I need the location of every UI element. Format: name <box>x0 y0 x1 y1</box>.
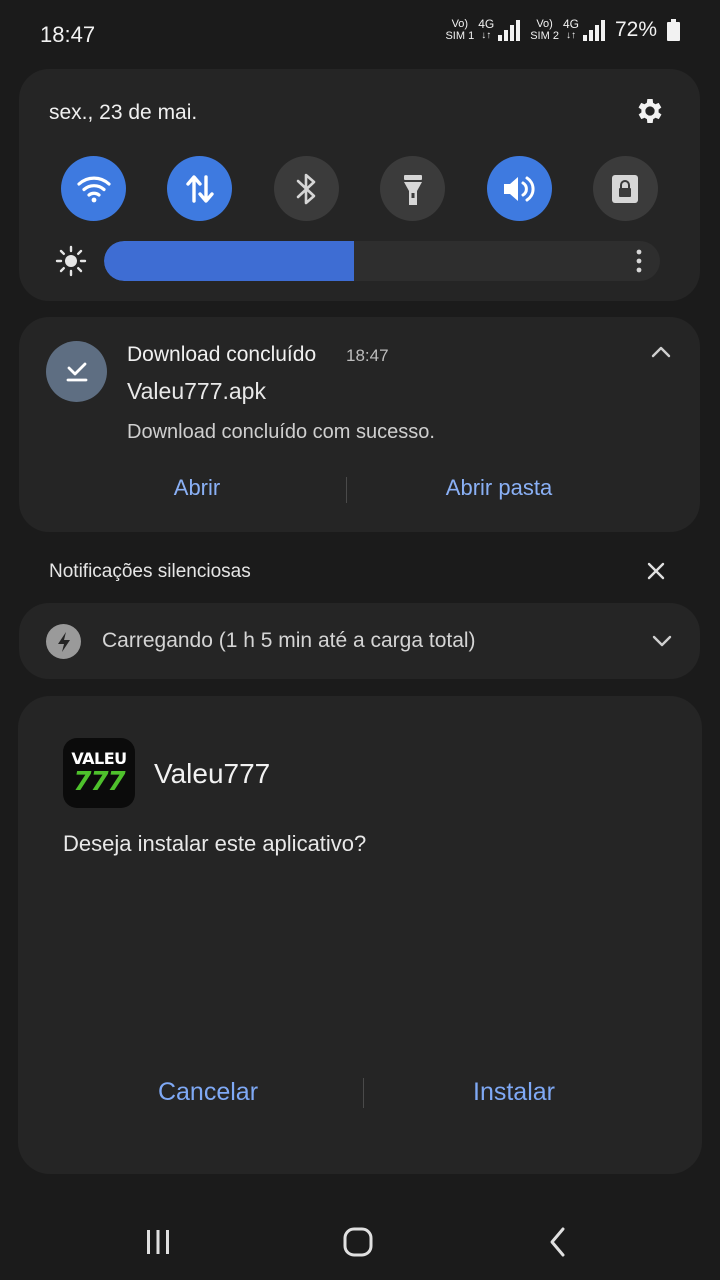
open-button[interactable]: Abrir <box>99 475 295 501</box>
install-dialog: VALEU 777 Valeu777 Deseja instalar este … <box>18 696 702 1174</box>
more-options-icon[interactable] <box>636 249 642 273</box>
sound-icon <box>504 176 535 201</box>
chevron-down-icon[interactable] <box>652 635 672 647</box>
mobile-data-toggle[interactable] <box>167 156 233 221</box>
notification-filename: Valeu777.apk <box>127 378 266 404</box>
navigation-bar <box>0 1200 720 1280</box>
status-time: 18:47 <box>40 22 96 47</box>
bluetooth-toggle[interactable] <box>273 156 339 221</box>
sim2-status: Vo) SIM 2 4G ↓↑ <box>530 18 605 42</box>
back-icon <box>550 1227 565 1257</box>
cancel-button[interactable]: Cancelar <box>88 1078 328 1107</box>
recents-button[interactable] <box>138 1222 178 1262</box>
app-icon-bottom-text: 777 <box>73 767 125 797</box>
screen: 18:47 Vo) SIM 1 4G ↓↑ Vo) SIM 2 4G ↓↑ 72… <box>0 0 720 1280</box>
charging-status-text: Carregando (1 h 5 min até a carga total) <box>102 629 476 652</box>
app-icon-top-text: VALEU <box>71 749 127 768</box>
screen-lock-icon <box>612 174 639 203</box>
brightness-sun-icon <box>55 245 87 277</box>
notification-description: Download concluído com sucesso. <box>127 421 435 443</box>
dialog-actions-divider <box>363 1078 364 1108</box>
sim-label: SIM 1 <box>445 30 475 42</box>
wifi-toggle[interactable] <box>61 156 126 221</box>
actions-divider <box>346 477 347 503</box>
quick-toggles <box>61 156 658 221</box>
silent-notifications-header: Notificações silenciosas <box>49 561 251 582</box>
signal-icon <box>582 19 605 41</box>
sim1-status: Vo) SIM 1 4G ↓↑ <box>445 17 521 42</box>
back-button[interactable] <box>538 1222 578 1262</box>
battery-icon <box>667 19 680 41</box>
data-arrows-icon: ↓↑ <box>481 30 492 41</box>
bluetooth-icon <box>296 173 316 204</box>
flashlight-toggle[interactable] <box>380 156 446 221</box>
install-button[interactable]: Instalar <box>394 1078 634 1107</box>
settings-gear-icon[interactable] <box>634 95 666 127</box>
data-arrows-icon: ↓↑ <box>565 30 576 41</box>
home-icon <box>343 1227 373 1257</box>
install-question: Deseja instalar este aplicativo? <box>63 831 367 856</box>
recents-icon <box>147 1230 169 1254</box>
status-bar: 18:47 Vo) SIM 1 4G ↓↑ Vo) SIM 2 4G ↓↑ 72… <box>0 0 720 70</box>
mobile-data-icon <box>186 174 214 203</box>
download-notification[interactable]: Download concluído 18:47 Valeu777.apk Do… <box>19 317 700 532</box>
wifi-icon <box>76 176 111 202</box>
close-icon[interactable] <box>646 561 666 581</box>
volte-icon: Vo) <box>536 18 553 30</box>
chevron-up-icon[interactable] <box>650 345 672 359</box>
notification-actions: Abrir Abrir pasta <box>19 469 700 509</box>
status-icons: Vo) SIM 1 4G ↓↑ Vo) SIM 2 4G ↓↑ 72% <box>445 18 680 42</box>
notification-title: Download concluído <box>127 343 317 366</box>
dialog-actions: Cancelar Instalar <box>18 1074 702 1114</box>
brightness-control <box>55 241 660 281</box>
sound-toggle[interactable] <box>486 156 552 221</box>
sim-label: SIM 2 <box>530 30 559 42</box>
brightness-slider[interactable] <box>104 241 660 281</box>
brightness-slider-fill <box>104 241 355 281</box>
network-type: 4G <box>478 17 495 31</box>
volte-icon: Vo) <box>451 18 469 30</box>
charging-notification[interactable]: Carregando (1 h 5 min até a carga total) <box>19 603 700 679</box>
open-folder-button[interactable]: Abrir pasta <box>399 475 599 501</box>
notification-time: 18:47 <box>346 346 389 365</box>
app-icon: VALEU 777 <box>63 738 135 808</box>
charging-bolt-icon <box>46 624 81 659</box>
quick-settings-panel: sex., 23 de mai. <box>19 69 700 301</box>
home-button[interactable] <box>338 1222 378 1262</box>
battery-percent: 72% <box>614 18 657 41</box>
signal-icon <box>498 19 521 41</box>
download-complete-icon <box>46 341 107 402</box>
network-type: 4G <box>562 17 579 31</box>
screen-lock-toggle[interactable] <box>592 156 658 221</box>
flashlight-icon <box>403 174 422 205</box>
app-name: Valeu777 <box>154 758 271 789</box>
date-label: sex., 23 de mai. <box>49 101 198 124</box>
